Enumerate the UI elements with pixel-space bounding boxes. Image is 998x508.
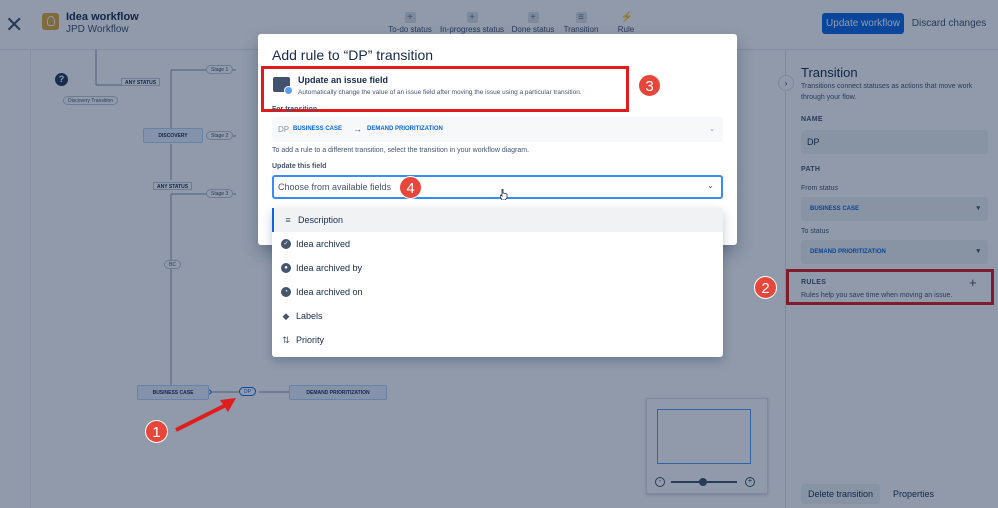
callout-marker-2: 2 [754, 276, 777, 299]
transition-to: DEMAND PRIORITIZATION [367, 126, 443, 132]
dropdown-option[interactable]: ◆ Labels [272, 304, 723, 328]
chevron-down-icon: ⌄ [709, 126, 715, 133]
callout-marker-4: 4 [399, 176, 422, 199]
dropdown-option[interactable]: ✓ Idea archived [272, 232, 723, 256]
modal-title: Add rule to “DP” transition [272, 47, 434, 63]
transition-hint: To add a rule to a different transition,… [272, 147, 530, 154]
field-dropdown: ≡ Description ✓ Idea archived ● Idea archiv… [272, 208, 723, 357]
transition-from: BUSINESS CASE [293, 126, 343, 132]
transition-name: DP [278, 125, 290, 134]
field-select-placeholder: Choose from available fields [278, 182, 392, 192]
update-field-label: Update this field [272, 163, 327, 170]
check-circle-icon: ✓ [281, 239, 291, 249]
field-select[interactable]: Choose from available fields ⌄ [272, 175, 723, 200]
dropdown-option[interactable]: ≡ Description [272, 208, 723, 232]
arrow-right-icon: → [353, 124, 362, 134]
clock-icon: ◔ [281, 287, 291, 297]
dropdown-option[interactable]: ⇅ Priority [272, 328, 723, 352]
callout-arrow [175, 398, 236, 432]
dropdown-option[interactable]: ◔ Idea archived on [272, 280, 723, 304]
transition-select[interactable]: DP BUSINESS CASE → DEMAND PRIORITIZATION… [272, 117, 723, 142]
priority-icon: ⇅ [282, 335, 290, 345]
chevron-down-icon: ⌄ [707, 181, 714, 190]
dropdown-option[interactable]: ● Idea archived by [272, 256, 723, 280]
callout-marker-1: 1 [145, 420, 168, 443]
pointer-cursor-icon [500, 189, 508, 200]
tag-icon: ◆ [282, 311, 290, 321]
lines-icon: ≡ [285, 215, 291, 225]
callout-marker-3: 3 [638, 74, 661, 97]
user-circle-icon: ● [281, 263, 291, 273]
for-transition-label: For transition [272, 106, 318, 113]
